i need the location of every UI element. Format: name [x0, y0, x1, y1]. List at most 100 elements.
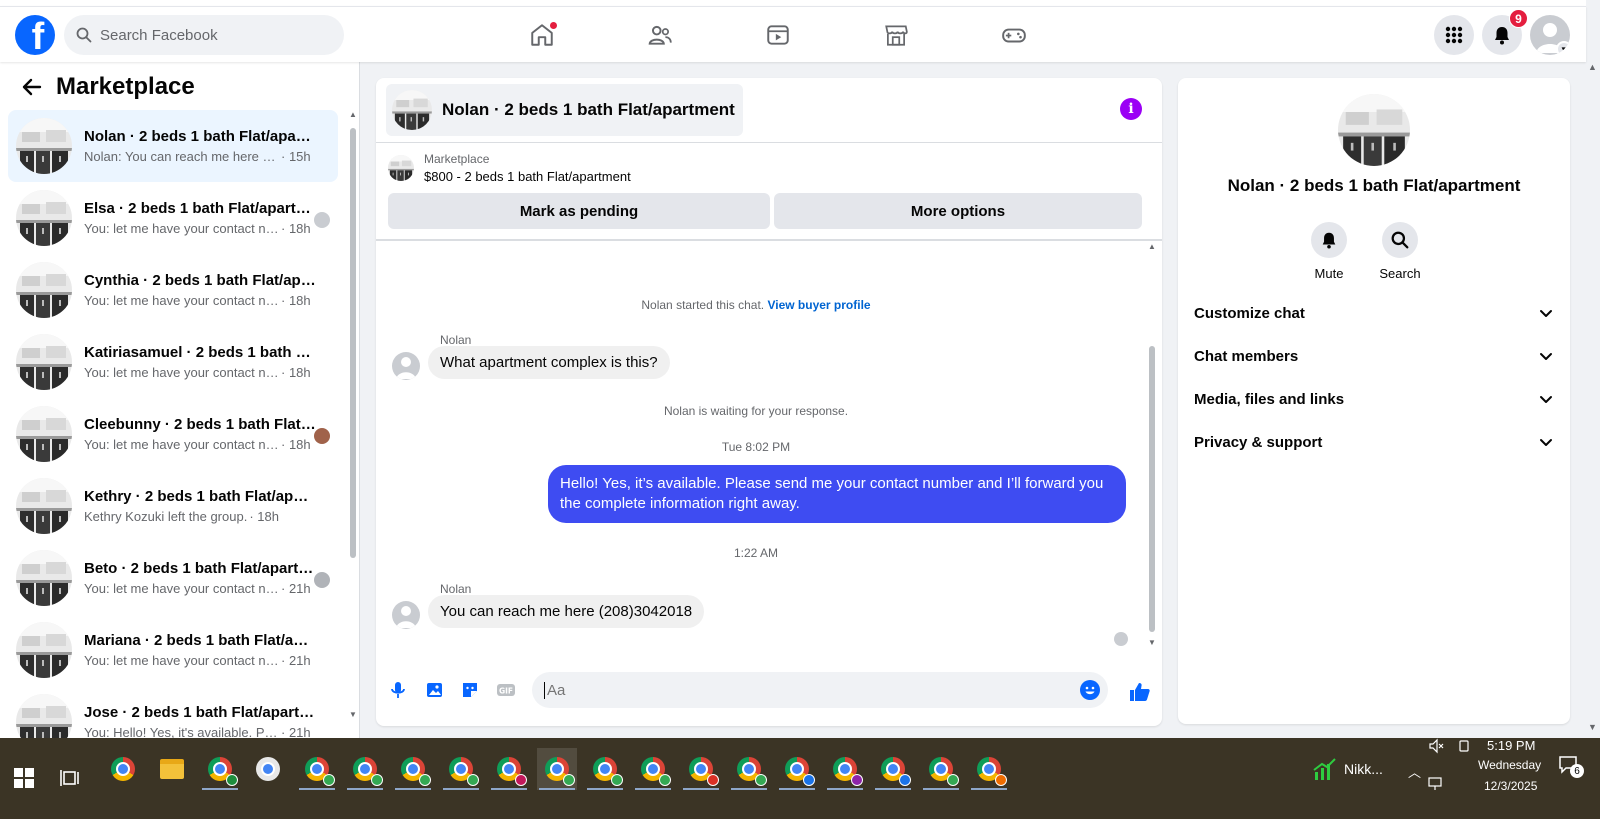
- conversation-item[interactable]: Nolan · 2 beds 1 bath Flat/apartment Nol…: [8, 110, 338, 182]
- network-icon[interactable]: [1428, 776, 1444, 792]
- chat-scrollbar[interactable]: ▲ ▼: [1146, 242, 1158, 662]
- notification-center-button[interactable]: 6: [1558, 754, 1584, 778]
- chrome-profile-taskbar-icon[interactable]: [393, 748, 433, 790]
- chrome-profile-taskbar-icon[interactable]: [729, 748, 769, 790]
- chrome-profile-taskbar-icon[interactable]: [585, 748, 625, 790]
- apartment-thumbnail: [16, 694, 72, 738]
- chrome-profile-taskbar-icon[interactable]: [681, 748, 721, 790]
- video-nav-button[interactable]: [760, 17, 796, 53]
- media-files-links-row[interactable]: Media, files and links: [1194, 381, 1554, 417]
- apartment-thumbnail: [16, 118, 72, 174]
- info-icon[interactable]: i: [1120, 98, 1142, 120]
- message-input[interactable]: [544, 681, 1064, 699]
- conversation-name: Jose · 2 beds 1 bath Flat/apartment: [84, 704, 316, 721]
- scroll-up-arrow-icon[interactable]: ▲: [1146, 242, 1158, 251]
- clock-time[interactable]: 5:19 PM: [1487, 738, 1535, 753]
- file-explorer-icon[interactable]: [152, 748, 192, 790]
- chrome-profile-taskbar-icon[interactable]: [777, 748, 817, 790]
- apartment-thumbnail: [16, 478, 72, 534]
- windows-start-icon[interactable]: [14, 768, 34, 788]
- chrome-profile-taskbar-icon[interactable]: [921, 748, 961, 790]
- conversation-item[interactable]: Beto · 2 beds 1 bath Flat/apartment You:…: [8, 542, 338, 614]
- search-bar[interactable]: [64, 15, 344, 55]
- conversation-item[interactable]: Jose · 2 beds 1 bath Flat/apartment You:…: [8, 686, 338, 738]
- listing-summary[interactable]: Marketplace $800 - 2 beds 1 bath Flat/ap…: [388, 152, 631, 184]
- chrome-profile-taskbar-icon[interactable]: [200, 748, 240, 790]
- task-view-icon[interactable]: [60, 766, 84, 790]
- marketplace-icon: [885, 25, 908, 46]
- chrome-profile-taskbar-icon[interactable]: [537, 748, 577, 790]
- search-icon: [1391, 231, 1409, 249]
- paint-app-icon[interactable]: [248, 748, 288, 790]
- chrome-taskbar-icon[interactable]: [103, 748, 143, 790]
- conversation-item[interactable]: Cleebunny · 2 beds 1 bath Flat/apartment…: [8, 398, 338, 470]
- scrollbar-thumb[interactable]: [350, 128, 356, 558]
- scroll-up-arrow-icon[interactable]: ▲: [348, 110, 358, 119]
- conversation-item[interactable]: Katiriasamuel · 2 beds 1 bath Flat/apart…: [8, 326, 338, 398]
- stock-widget[interactable]: Nikk...: [1312, 756, 1383, 782]
- incoming-message-bubble[interactable]: What apartment complex is this?: [428, 346, 670, 379]
- back-arrow-icon[interactable]: [20, 75, 44, 99]
- search-label: Search: [1379, 266, 1421, 281]
- more-options-button[interactable]: More options: [774, 193, 1142, 229]
- gaming-nav-button[interactable]: [996, 17, 1032, 53]
- friends-icon: [648, 25, 672, 45]
- conversation-item[interactable]: Kethry · 2 beds 1 bath Flat/apartment Ke…: [8, 470, 338, 542]
- chrome-profile-taskbar-icon[interactable]: [873, 748, 913, 790]
- notifications-button[interactable]: 9: [1482, 9, 1528, 55]
- conversation-time: · 18h: [281, 437, 311, 452]
- gif-icon[interactable]: GIF: [488, 672, 524, 708]
- search-input[interactable]: [100, 26, 320, 44]
- mute-button[interactable]: Mute: [1299, 222, 1359, 281]
- incoming-message-bubble[interactable]: You can reach me here (208)3042018: [428, 595, 705, 628]
- view-buyer-profile-link[interactable]: View buyer profile: [767, 298, 870, 312]
- chrome-profile-taskbar-icon[interactable]: [441, 748, 481, 790]
- apartment-photo-icon: [16, 190, 72, 246]
- chrome-profile-taskbar-icon[interactable]: [489, 748, 529, 790]
- scroll-down-arrow-icon[interactable]: ▼: [1146, 638, 1158, 647]
- sticker-icon[interactable]: [452, 672, 488, 708]
- scroll-down-arrow-icon[interactable]: ▼: [348, 710, 358, 719]
- menu-button[interactable]: [1434, 15, 1474, 55]
- chevron-up-icon[interactable]: ︿: [1408, 762, 1421, 781]
- chrome-profile-taskbar-icon[interactable]: [969, 748, 1009, 790]
- conversation-item[interactable]: Elsa · 2 beds 1 bath Flat/apartment You:…: [8, 182, 338, 254]
- mark-pending-button[interactable]: Mark as pending: [388, 193, 770, 229]
- apartment-thumbnail: [16, 622, 72, 678]
- microphone-icon[interactable]: [380, 672, 416, 708]
- search-in-chat-button[interactable]: Search: [1370, 222, 1430, 281]
- photo-attach-icon[interactable]: [416, 672, 452, 708]
- speaker-muted-icon[interactable]: [1428, 738, 1444, 754]
- device-icon[interactable]: [1456, 738, 1472, 754]
- chrome-profile-taskbar-icon[interactable]: [633, 748, 673, 790]
- chat-header[interactable]: Nolan · 2 beds 1 bath Flat/apartment: [386, 84, 743, 136]
- top-navigation-bar: f 9 ▼: [0, 6, 1586, 62]
- outgoing-message-bubble[interactable]: Hello! Yes, it’s available. Please send …: [548, 465, 1126, 523]
- scroll-down-arrow-icon[interactable]: ▼: [1588, 722, 1597, 732]
- home-nav-button[interactable]: [524, 17, 560, 53]
- thumbs-up-icon[interactable]: [1128, 680, 1152, 704]
- emoji-icon[interactable]: [1080, 680, 1100, 700]
- page-scrollbar[interactable]: ▲ ▼: [1586, 0, 1600, 738]
- conversation-snippet: You: Hello! Yes, it's available. Please: [84, 725, 279, 738]
- friends-nav-button[interactable]: [642, 17, 678, 53]
- marketplace-nav-button[interactable]: [878, 17, 914, 53]
- scrollbar-thumb[interactable]: [1149, 346, 1155, 632]
- chrome-profile-taskbar-icon[interactable]: [297, 748, 337, 790]
- chrome-profile-taskbar-icon[interactable]: [825, 748, 865, 790]
- conversation-item[interactable]: Mariana · 2 beds 1 bath Flat/apartment Y…: [8, 614, 338, 686]
- chat-members-row[interactable]: Chat members: [1194, 338, 1554, 374]
- sidebar-scrollbar[interactable]: ▲ ▼: [348, 110, 358, 730]
- conversation-item[interactable]: Cynthia · 2 beds 1 bath Flat/apartment Y…: [8, 254, 338, 326]
- customize-chat-row[interactable]: Customize chat: [1194, 295, 1554, 331]
- facebook-logo-icon[interactable]: f: [15, 15, 55, 55]
- account-avatar-button[interactable]: ▼: [1530, 15, 1570, 55]
- sender-avatar: [392, 601, 420, 629]
- chrome-profile-taskbar-icon[interactable]: [345, 748, 385, 790]
- message-input-field[interactable]: [532, 672, 1108, 708]
- listing-source: Marketplace: [424, 152, 490, 166]
- apartment-thumbnail: [16, 262, 72, 318]
- privacy-support-row[interactable]: Privacy & support: [1194, 424, 1554, 460]
- scroll-up-arrow-icon[interactable]: ▲: [1588, 62, 1597, 72]
- apartment-photo-icon: [392, 90, 432, 130]
